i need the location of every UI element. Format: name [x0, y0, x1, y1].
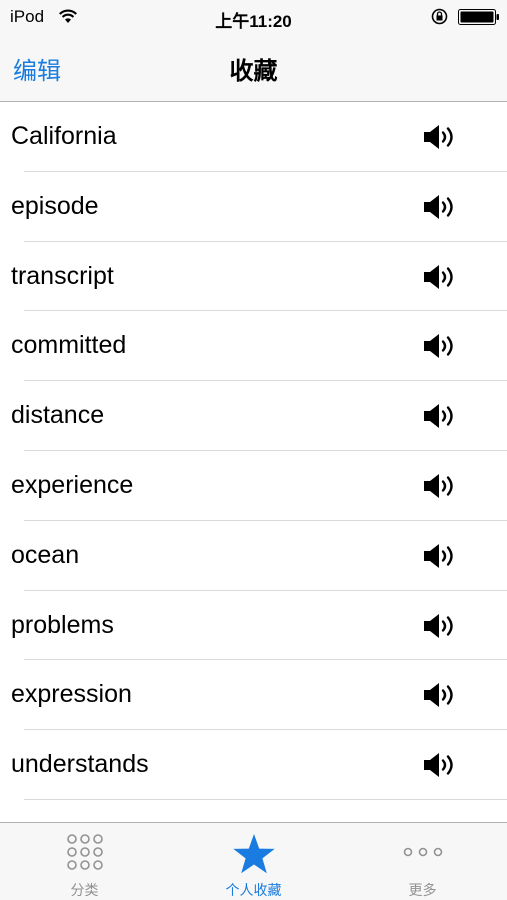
battery-icon — [458, 9, 499, 25]
word-label: distance — [11, 401, 105, 430]
speaker-icon[interactable] — [423, 124, 459, 150]
word-label: problems — [11, 610, 114, 639]
speaker-icon[interactable] — [423, 403, 459, 429]
list-item[interactable]: ocean — [0, 521, 507, 591]
status-bar: iPod 上午11:20 — [0, 0, 507, 34]
word-label: transcript — [11, 261, 114, 290]
tab-more[interactable]: 更多 — [338, 823, 507, 900]
list-item[interactable]: California — [0, 102, 507, 172]
list-item[interactable]: distance — [0, 381, 507, 451]
list-item[interactable]: committed — [0, 311, 507, 381]
word-label: committed — [11, 331, 127, 360]
list-item[interactable] — [0, 800, 507, 822]
list-item[interactable]: understands — [0, 730, 507, 800]
word-label: understands — [11, 750, 149, 779]
speaker-icon[interactable] — [423, 752, 459, 778]
speaker-icon[interactable] — [423, 543, 459, 569]
star-icon — [232, 834, 275, 874]
list-item[interactable]: problems — [0, 591, 507, 661]
tab-categories[interactable]: 分类 — [0, 823, 169, 900]
speaker-icon[interactable] — [423, 682, 459, 708]
page-title: 收藏 — [229, 58, 278, 85]
orientation-lock-icon — [431, 8, 448, 25]
more-dots-icon — [403, 847, 442, 857]
tab-favorites[interactable]: 个人收藏 — [169, 823, 338, 900]
speaker-icon[interactable] — [423, 613, 459, 639]
list-item[interactable]: experience — [0, 451, 507, 521]
word-label: California — [11, 122, 117, 150]
word-label: ocean — [11, 540, 80, 569]
tab-label: 个人收藏 — [225, 882, 282, 898]
word-label: expression — [11, 680, 132, 709]
grid-dots-icon — [66, 834, 103, 870]
speaker-icon[interactable] — [423, 333, 459, 359]
word-label: experience — [11, 470, 134, 499]
nav-bar: 编辑 收藏 — [0, 34, 507, 102]
list-item[interactable]: episode — [0, 172, 507, 242]
speaker-icon[interactable] — [423, 264, 459, 290]
word-label: episode — [11, 191, 99, 220]
tab-label: 分类 — [70, 882, 99, 898]
favorites-list[interactable]: California episode transcript committed … — [0, 102, 507, 822]
list-item[interactable]: transcript — [0, 242, 507, 312]
list-item[interactable]: expression — [0, 660, 507, 730]
speaker-icon[interactable] — [423, 473, 459, 499]
tab-label: 更多 — [408, 882, 437, 898]
speaker-icon[interactable] — [423, 194, 459, 220]
tab-bar: 分类 个人收藏 更多 — [0, 822, 507, 900]
